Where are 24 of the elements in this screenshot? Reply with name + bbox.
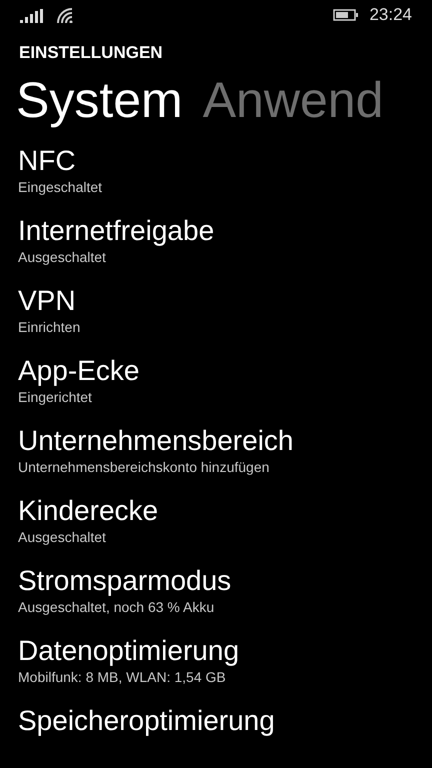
setting-status: Mobilfunk: 8 MB, WLAN: 1,54 GB <box>18 668 226 686</box>
setting-title[interactable]: Speicheroptimierung <box>18 704 275 738</box>
setting-title[interactable]: Datenoptimierung <box>18 634 240 668</box>
setting-status: Ausgeschaltet <box>18 528 106 546</box>
setting-title[interactable]: NFC <box>18 144 76 178</box>
setting-title[interactable]: Unternehmensbereich <box>18 424 294 458</box>
setting-title[interactable]: App-Ecke <box>18 354 140 388</box>
setting-title[interactable]: Kinderecke <box>18 494 158 528</box>
setting-title[interactable]: VPN <box>18 284 76 318</box>
wifi-icon <box>56 7 74 23</box>
clock-time: 23:24 <box>369 4 412 26</box>
setting-title[interactable]: Internetfreigabe <box>18 214 214 248</box>
battery-icon <box>333 9 360 21</box>
pivot-tab[interactable]: System <box>16 70 183 130</box>
setting-status: Eingeschaltet <box>18 178 102 196</box>
setting-status: Einrichten <box>18 318 80 336</box>
pivot-tab[interactable]: Anwend <box>202 70 384 130</box>
setting-status: Ausgeschaltet <box>18 248 106 266</box>
setting-status: Ausgeschaltet, noch 63 % Akku <box>18 598 214 616</box>
setting-status: Eingerichtet <box>18 388 92 406</box>
setting-status: Unternehmensbereichskonto hinzufügen <box>18 458 270 476</box>
app-title: EINSTELLUNGEN <box>19 42 163 64</box>
setting-title[interactable]: Stromsparmodus <box>18 564 232 598</box>
signal-icon <box>20 9 44 23</box>
